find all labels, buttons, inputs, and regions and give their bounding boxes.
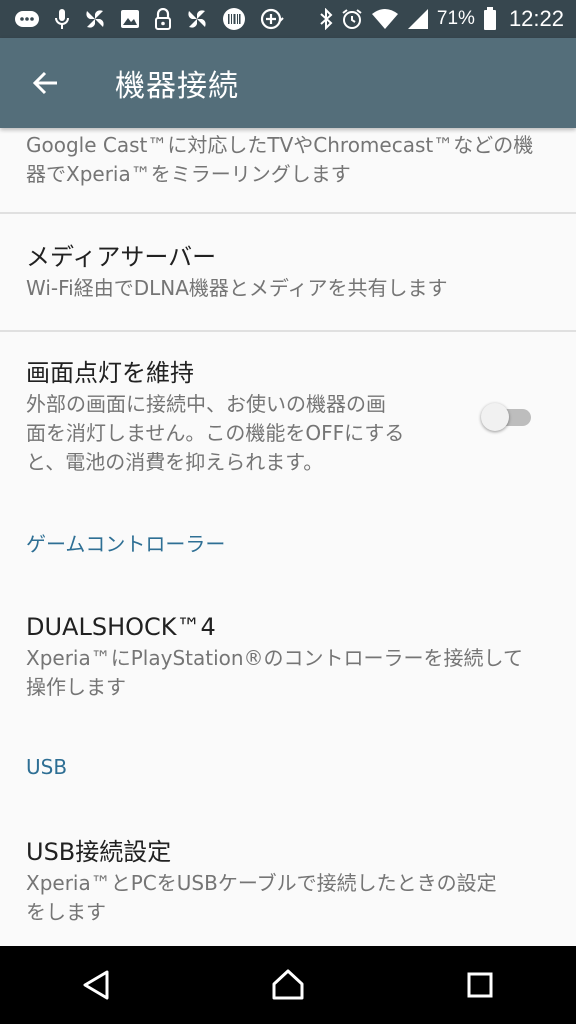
clock: 12:22 <box>508 6 564 31</box>
barcode-icon <box>222 7 246 31</box>
back-button[interactable] <box>15 53 75 113</box>
nav-home-button[interactable] <box>248 955 328 1015</box>
fan-icon <box>186 8 208 30</box>
status-bar: 71% 12:22 <box>0 0 576 38</box>
image-icon <box>120 9 140 29</box>
media-server-summary: Wi-Fi経由でDLNA機器とメディアを共有します <box>26 276 448 300</box>
toggle-thumb <box>481 403 509 431</box>
recents-icon <box>466 971 494 999</box>
category-usb: USB <box>26 755 68 779</box>
nav-recents-button[interactable] <box>440 955 520 1015</box>
home-icon <box>271 969 305 1001</box>
wifi-icon <box>371 8 399 30</box>
app-bar: 機器接続 <box>0 38 576 128</box>
keep-screen-on-summary-line2: 面を消灯しません。この機能をOFFにする <box>26 421 405 445</box>
fan-icon <box>84 8 106 30</box>
navigation-bar <box>0 946 576 1024</box>
list-item-usb-settings[interactable]: USB接続設定 Xperia™とPCをUSBケーブルで接続したときの設定 をしま… <box>0 814 576 946</box>
list-item-media-server[interactable]: メディアサーバー Wi-Fi経由でDLNA機器とメディアを共有します <box>0 214 576 330</box>
back-triangle-icon <box>81 969 111 1001</box>
signal-icon <box>407 8 429 30</box>
usb-settings-summary-line1: Xperia™とPCをUSBケーブルで接続したときの設定 <box>26 871 497 895</box>
list-item-mirroring[interactable]: Google Cast™に対応したTVやChromecast™などの機 器でXp… <box>0 128 576 212</box>
usb-settings-summary-line2: をします <box>26 900 106 924</box>
mirroring-summary-line2: 器でXperia™をミラーリングします <box>26 162 351 186</box>
usb-settings-title: USB接続設定 <box>26 838 172 866</box>
mirroring-summary-line1: Google Cast™に対応したTVやChromecast™などの機 <box>26 133 534 157</box>
add-circle-icon <box>260 7 284 31</box>
bluetooth-icon <box>319 8 333 30</box>
message-icon <box>14 9 40 29</box>
keep-screen-on-title: 画面点灯を維持 <box>26 359 194 387</box>
battery-icon <box>483 7 497 31</box>
keep-screen-on-summary-line1: 外部の画面に接続中、お使いの機器の画 <box>26 392 386 416</box>
mic-icon <box>54 8 70 30</box>
page-title: 機器接続 <box>115 69 239 104</box>
category-game-controller: ゲームコントローラー <box>26 532 226 556</box>
arrow-back-icon <box>31 69 59 97</box>
battery-percent: 71% <box>436 8 475 29</box>
dualshock-summary-line2: 操作します <box>26 675 126 699</box>
keep-screen-on-toggle[interactable] <box>481 402 535 432</box>
keep-screen-on-summary-line3: と、電池の消費を抑えられます。 <box>26 450 324 474</box>
settings-list: Google Cast™に対応したTVやChromecast™などの機 器でXp… <box>0 128 576 946</box>
media-server-title: メディアサーバー <box>26 243 217 271</box>
nav-back-button[interactable] <box>56 955 136 1015</box>
alarm-icon <box>341 8 363 30</box>
dualshock-summary-line1: Xperia™にPlayStation®のコントローラーを接続して <box>26 646 523 670</box>
dualshock-title: DUALSHOCK™4 <box>26 613 216 641</box>
lock-icon <box>154 8 172 30</box>
list-item-dualshock[interactable]: DUALSHOCK™4 Xperia™にPlayStation®のコントローラー… <box>0 590 576 710</box>
